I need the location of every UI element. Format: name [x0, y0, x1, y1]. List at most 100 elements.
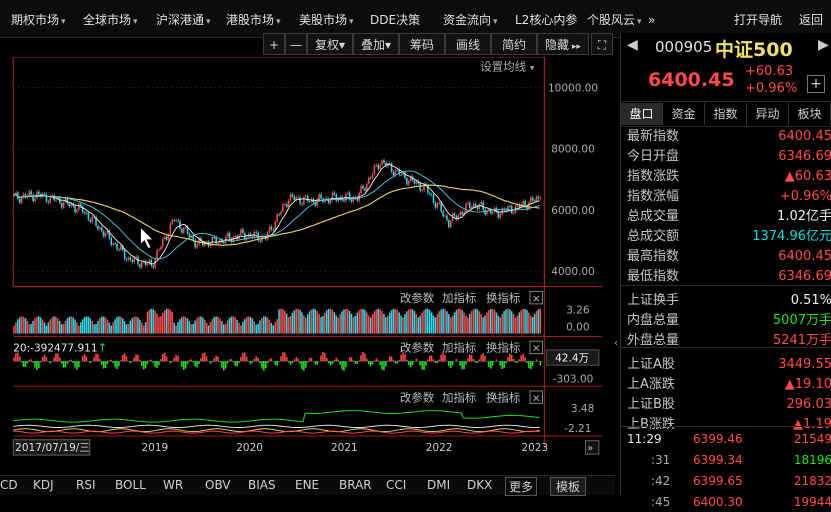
indicator1-bar — [358, 360, 360, 361]
indicator1-bar — [101, 361, 103, 365]
indicator1-bar — [479, 359, 481, 361]
zoom-in-button[interactable]: + — [263, 33, 285, 55]
panel0-btn-1[interactable]: 加指标 — [442, 291, 476, 305]
volume-bar — [110, 326, 112, 334]
candle-body — [294, 196, 296, 200]
indicator-tab-obv[interactable]: OBV — [205, 478, 231, 492]
nav-tab-0[interactable]: 期权市场▾ — [11, 10, 66, 30]
indicator-tab-rsi[interactable]: RSI — [76, 478, 96, 492]
close-icon[interactable]: × — [532, 392, 541, 404]
indicator1-bar — [97, 354, 99, 361]
overlay-button[interactable]: 叠加▾ — [353, 33, 399, 55]
quote-value: 6400.45 — [778, 127, 831, 147]
candle-body — [166, 237, 168, 240]
zoom-out-button[interactable]: — — [285, 33, 307, 55]
nav-tab-8[interactable]: 个股风云▾ — [587, 10, 642, 30]
indicator1-bar — [364, 353, 366, 361]
indicator1-bar — [433, 359, 435, 361]
panel2-btn-2[interactable]: 换指标 — [486, 390, 520, 404]
candle-body — [429, 193, 431, 194]
volume-bar — [158, 317, 160, 334]
template-button[interactable]: 模板 — [550, 477, 586, 496]
next-stock-icon[interactable]: ▶ — [818, 37, 829, 53]
prev-stock-icon[interactable]: ◀ — [627, 37, 638, 53]
volume-bar — [133, 317, 135, 334]
indicator-tab-cci[interactable]: CCI — [386, 478, 406, 492]
nav-tab-5[interactable]: DDE决策 — [370, 10, 420, 30]
panel1-btn-2[interactable]: 换指标 — [486, 341, 520, 355]
volume-bar — [74, 320, 76, 334]
quote-value: 6400.45 — [778, 247, 831, 267]
volume-bar — [345, 309, 347, 334]
quote-value: 6346.69 — [778, 267, 831, 287]
double-chevron-right-icon[interactable]: » — [587, 443, 593, 454]
simple-mode-button[interactable]: 简约 — [491, 33, 537, 55]
ma-setting-label[interactable]: 设置均线 — [480, 59, 526, 73]
close-icon[interactable]: × — [532, 343, 541, 355]
collapse-arrow-icon[interactable]: ‹ — [614, 338, 618, 349]
indicator-tab-dkx[interactable]: DKX — [467, 478, 492, 492]
nav-tab-1[interactable]: 全球市场▾ — [83, 10, 138, 30]
nav-tab-7[interactable]: L2核心内参 — [515, 10, 577, 30]
indicator1-bar — [519, 359, 521, 361]
back-button[interactable]: 返回 — [799, 10, 823, 30]
indicator-tab-cd[interactable]: CD — [0, 478, 18, 492]
indicator1-bar — [139, 360, 141, 361]
indicator-tab-dmi[interactable]: DMI — [427, 478, 450, 492]
add-watchlist-icon[interactable]: + — [807, 75, 825, 93]
candle-body — [442, 211, 444, 216]
quote-tab-2[interactable]: 指数 — [705, 103, 747, 125]
volume-bar — [299, 310, 301, 334]
volume-bar — [408, 309, 410, 333]
quote-tab-1[interactable]: 资金 — [663, 103, 705, 125]
indicator1-bar — [515, 361, 517, 362]
volume-bar — [500, 317, 502, 333]
candle-body — [118, 249, 120, 250]
panel2-btn-1[interactable]: 加指标 — [442, 390, 476, 404]
quote-tab-4[interactable]: 板块 — [789, 103, 831, 125]
volume-bar — [152, 309, 154, 333]
panel0-btn-2[interactable]: 换指标 — [486, 291, 520, 305]
volume-bar — [501, 314, 503, 334]
indicator-tab-boll[interactable]: BOLL — [115, 478, 146, 492]
fuquan-button[interactable]: 复权▾ — [307, 33, 353, 55]
indicator-tab-brar[interactable]: BRAR — [339, 478, 372, 492]
indicator-tab-kdj[interactable]: KDJ — [33, 478, 54, 492]
open-nav-button[interactable]: 打开导航 — [734, 10, 782, 30]
panel1-btn-1[interactable]: 加指标 — [442, 341, 476, 355]
volume-bar — [91, 321, 93, 334]
kline-chart[interactable]: 10000.008000.006000.004000.00 设置均线 ▾ 3.2… — [0, 57, 615, 457]
indicator1-bar — [416, 359, 418, 361]
volume-bar — [149, 310, 151, 334]
quote-key: 上证B股 — [627, 395, 675, 415]
indicator1-bar — [227, 361, 229, 363]
fullscreen-icon[interactable]: ⛶ — [591, 33, 613, 55]
nav-tab-2[interactable]: 沪深港通▾ — [156, 10, 211, 30]
indicator-tab-wr[interactable]: WR — [163, 478, 183, 492]
ma-setting-caret-icon[interactable]: ▾ — [530, 63, 535, 73]
close-icon[interactable]: × — [532, 293, 541, 305]
quote-key: 最高指数 — [627, 247, 679, 267]
chips-button[interactable]: 筹码 — [399, 33, 445, 55]
hide-button[interactable]: 隐藏 ▸▸ — [537, 33, 589, 55]
quote-tab-0[interactable]: 盘口 — [621, 103, 663, 125]
indicator1-bar — [492, 361, 494, 366]
nav-tab-6[interactable]: 资金流向▾ — [443, 10, 498, 30]
nav-tab-4[interactable]: 美股市场▾ — [299, 10, 354, 30]
indicator1-bar — [40, 361, 42, 362]
panel2-btn-0[interactable]: 改参数 — [400, 390, 435, 404]
indicator-tab-bias[interactable]: BIAS — [248, 478, 276, 492]
candle-body — [303, 197, 305, 204]
indicator-tab-ene[interactable]: ENE — [295, 478, 319, 492]
volume-bar — [15, 322, 17, 333]
volume-bar — [227, 321, 229, 334]
nav-more-icon[interactable]: » — [648, 10, 655, 30]
draw-line-button[interactable]: 画线 — [445, 33, 491, 55]
more-indicators-button[interactable]: 更多 — [505, 477, 537, 496]
nav-tab-3[interactable]: 港股市场▾ — [226, 10, 281, 30]
quote-tab-3[interactable]: 异动 — [747, 103, 789, 125]
panel0-btn-0[interactable]: 改参数 — [400, 291, 435, 305]
candle-body — [141, 262, 143, 267]
panel1-btn-0[interactable]: 改参数 — [400, 341, 435, 355]
volume-bar — [454, 312, 456, 333]
